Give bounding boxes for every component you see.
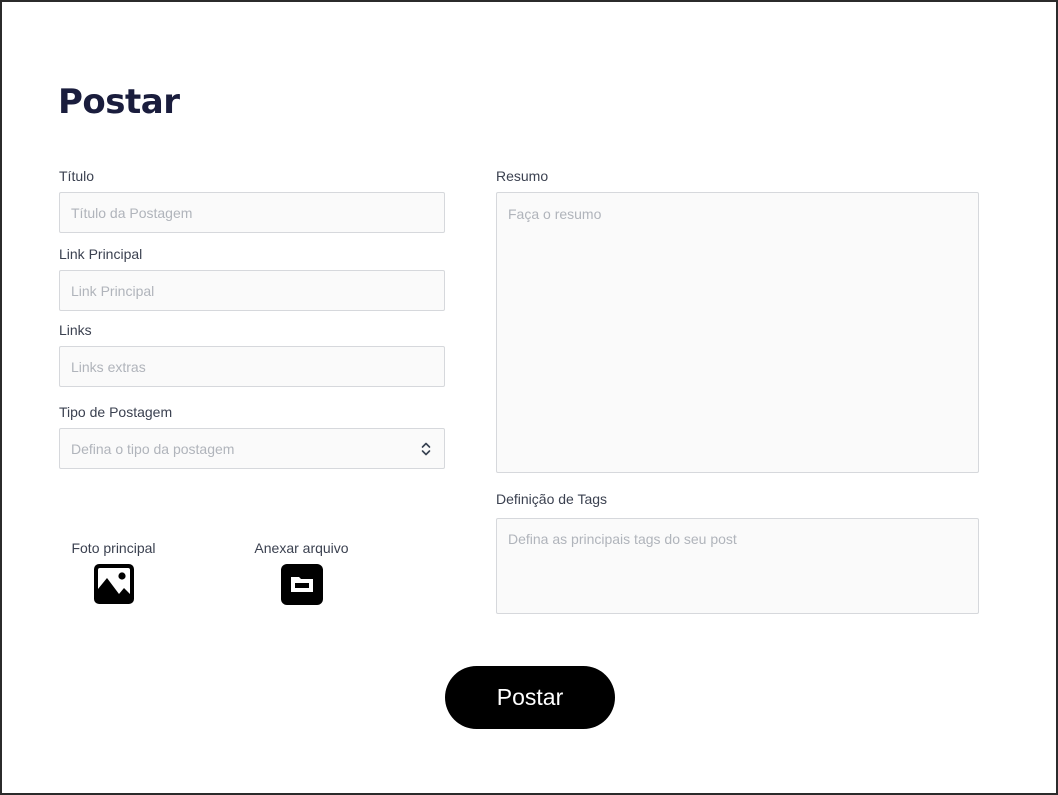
tags-label: Definição de Tags <box>496 491 608 507</box>
title-label: Título <box>59 168 95 184</box>
main-photo-button[interactable]: Foto principal <box>66 540 161 605</box>
post-submit-button[interactable]: Postar <box>445 666 615 729</box>
post-form-page: Postar Título Link Principal Links Tipo … <box>0 0 1058 795</box>
links-label: Links <box>59 322 92 338</box>
page-title: Postar <box>58 82 180 122</box>
chevron-up-down-icon <box>421 442 431 456</box>
image-icon <box>93 564 134 604</box>
post-type-select[interactable]: Defina o tipo da postagem <box>59 428 445 469</box>
summary-textarea[interactable] <box>496 192 979 473</box>
post-type-placeholder: Defina o tipo da postagem <box>71 440 235 457</box>
main-photo-label: Foto principal <box>71 540 156 556</box>
attach-file-button[interactable]: Anexar arquivo <box>249 540 354 605</box>
links-input[interactable] <box>59 346 445 387</box>
folder-icon <box>280 564 323 605</box>
attach-file-label: Anexar arquivo <box>254 540 349 556</box>
title-input[interactable] <box>59 192 445 233</box>
summary-label: Resumo <box>496 168 549 184</box>
tags-textarea[interactable] <box>496 518 979 614</box>
post-type-label: Tipo de Postagem <box>59 404 173 420</box>
main-link-input[interactable] <box>59 270 445 311</box>
main-link-label: Link Principal <box>59 246 143 262</box>
